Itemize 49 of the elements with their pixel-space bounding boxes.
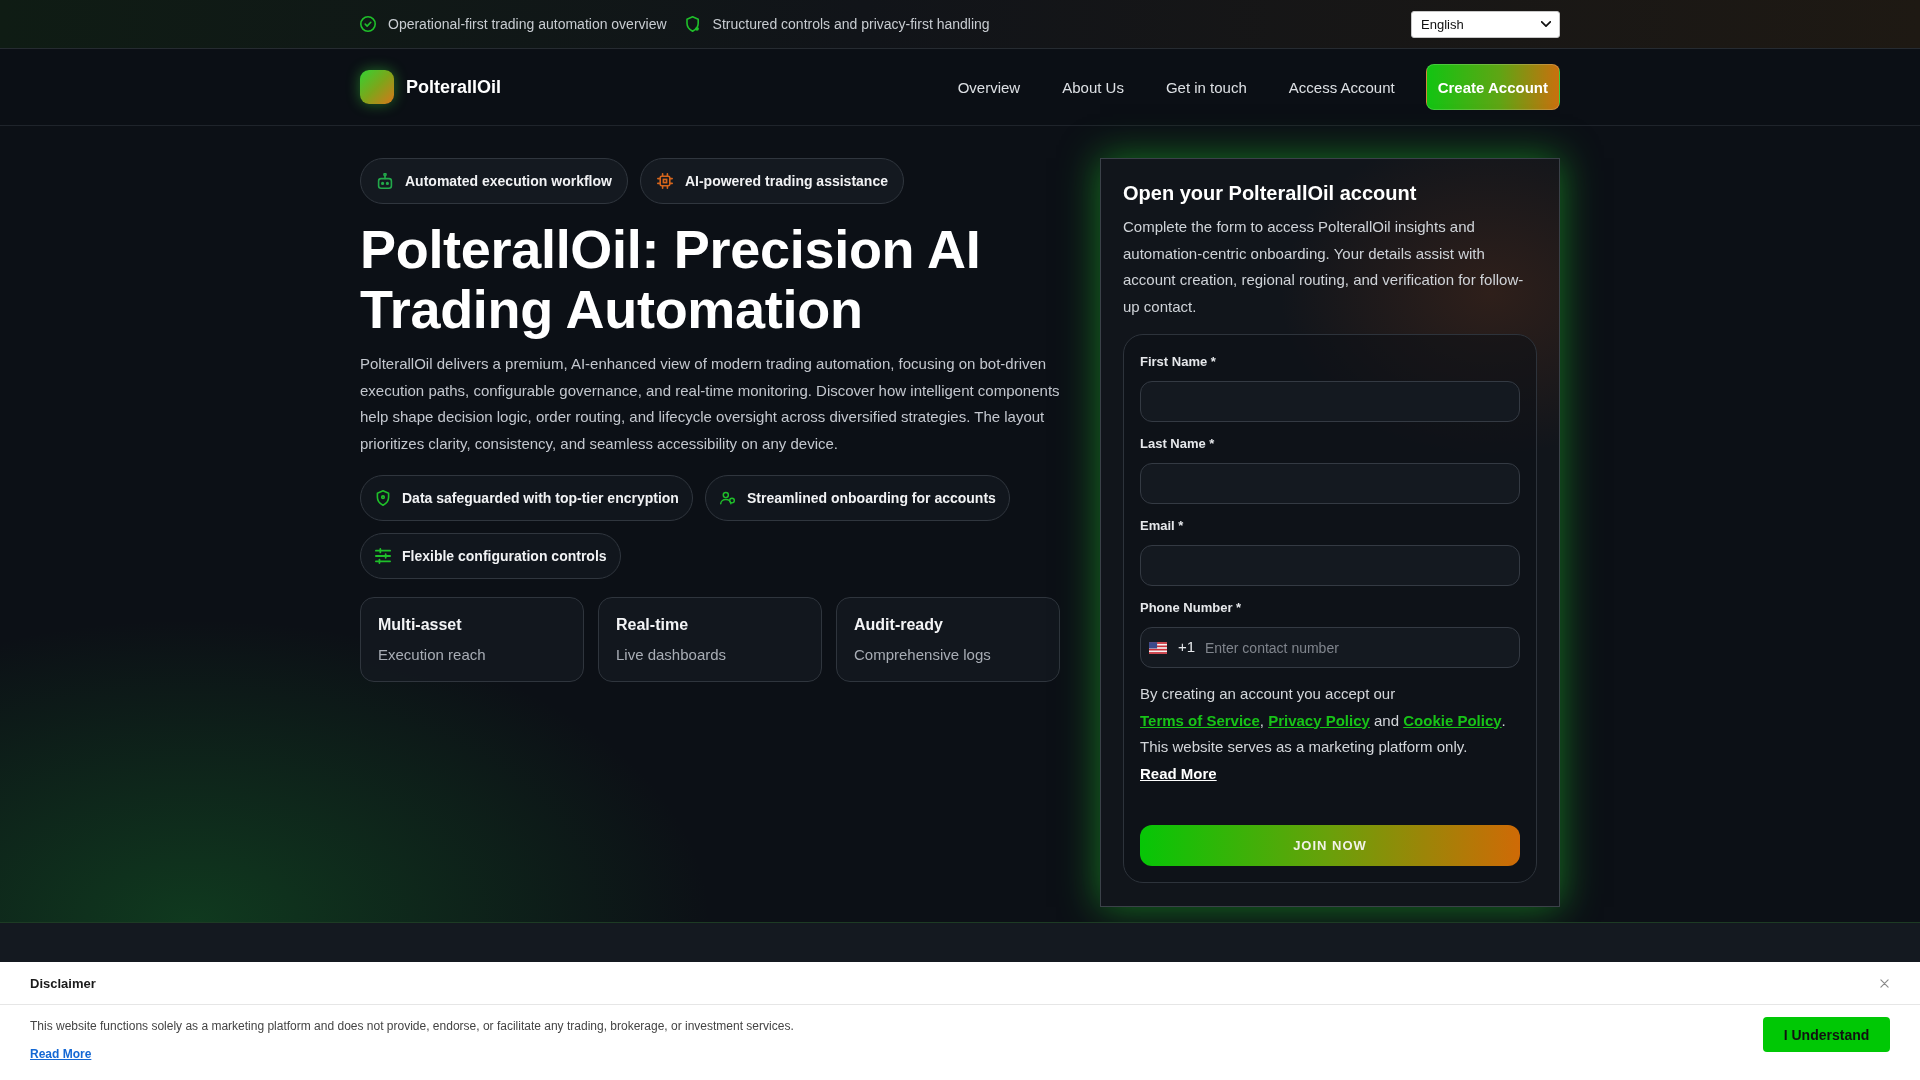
highlight-text: Structured controls and privacy-first handling: [712, 16, 990, 32]
input-field[interactable]: [1140, 381, 1520, 422]
nav-link[interactable]: About Us: [1062, 78, 1124, 96]
shield-icon: [684, 16, 701, 32]
stat-title: Real-time: [616, 615, 690, 635]
hero-description: PolterallOil delivers a premium, AI-enhanced view of modern trading automation, focusing on bot-driven execution paths, configurable governance, and real-time monitoring. Discover how intelligent components help shape decision logic, order routing, and lifecycle oversight across diversified strategies. The layout prioritizes clarity, consistency, and seamless accessibility on any device.: [360, 354, 1060, 454]
read-more-link[interactable]: Read More: [1140, 764, 1217, 782]
chevron-down-icon: [1541, 21, 1551, 27]
field-label: Phone Number *: [1140, 599, 1243, 617]
highlight-text: Operational-first trading automation overview: [388, 16, 667, 32]
close-icon[interactable]: [1880, 978, 1889, 988]
flag-icon: [1149, 642, 1167, 654]
sliders-icon: [375, 548, 391, 564]
disclaimer-title: Disclaimer: [30, 975, 96, 991]
nav-link[interactable]: Overview: [957, 78, 1021, 96]
badge-label: AI-powered trading assistance: [684, 173, 888, 189]
stat-subtitle: Comprehensive logs: [854, 645, 992, 665]
check-circle-icon: [360, 16, 376, 32]
stat-title: Multi-asset: [378, 615, 463, 635]
accept-button[interactable]: I Understand: [1763, 1017, 1890, 1052]
users-icon: [719, 490, 736, 506]
stat-subtitle: Live dashboards: [616, 645, 728, 665]
nav-link[interactable]: Access Account: [1288, 78, 1395, 96]
disclaimer-text: This website functions solely as a marketing platform and does not provide, endorse, or facilitate any trading, brokerage, or investment services.: [30, 1018, 794, 1035]
feature-label: Streamlined onboarding for accounts: [746, 490, 996, 506]
stat-subtitle: Execution reach: [378, 645, 487, 665]
stat-title: Audit-ready: [854, 615, 944, 635]
policy-link[interactable]: Terms of Service: [1140, 711, 1260, 729]
hero-title: PolterallOil: Precision AI Trading Automation: [360, 219, 982, 339]
brand-name: PolterallOil: [406, 76, 502, 98]
nav-link[interactable]: Get in touch: [1165, 78, 1247, 96]
input-field[interactable]: [1140, 545, 1520, 586]
shield-icon: [375, 490, 391, 506]
policy-link[interactable]: Cookie Policy: [1403, 711, 1502, 729]
feature-label: Data safeguarded with top-tier encryption: [402, 490, 679, 506]
logo-icon: [360, 70, 394, 104]
badge-label: Automated execution workflow: [405, 173, 612, 189]
policy-link[interactable]: Privacy Policy: [1268, 711, 1370, 729]
read-more-link[interactable]: Read More: [30, 1046, 92, 1062]
card-title: Open your PolterallOil account: [1123, 181, 1418, 205]
card-description: Complete the form to access PolterallOil insights and automation-centric onboarding. Your details assist with account creation, regional routing, and verification for follow-up contact.: [1123, 217, 1525, 317]
country-code: +1: [1178, 638, 1196, 656]
language-select[interactable]: English: [1411, 10, 1560, 38]
input-field[interactable]: [1140, 463, 1520, 504]
field-label: Email *: [1140, 517, 1185, 535]
field-label: First Name *: [1140, 353, 1217, 371]
feature-label: Flexible configuration controls: [402, 548, 607, 564]
consent-text: By creating an account you accept our Terms of Service, Privacy Policy and Cookie Policy. This website serves as a marketing platform only. Read More: [1140, 684, 1507, 784]
field-label: Last Name *: [1140, 435, 1216, 453]
